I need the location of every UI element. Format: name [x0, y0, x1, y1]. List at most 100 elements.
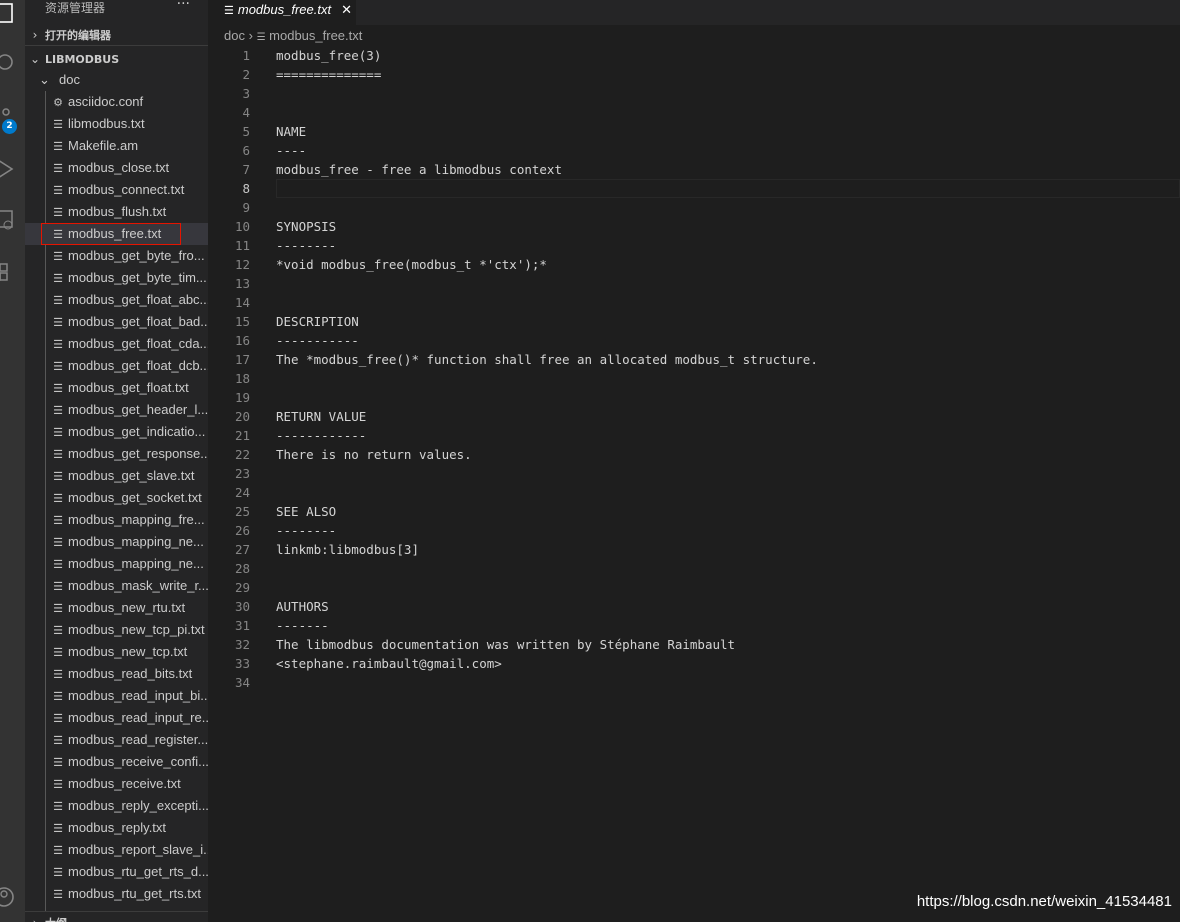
file-item[interactable]: ☰ modbus_free.txt: [25, 223, 208, 245]
file-item[interactable]: ☰ modbus_get_indicatio...: [25, 421, 208, 443]
file-name: modbus_new_tcp.txt: [68, 644, 188, 659]
code-line: DESCRIPTION: [276, 314, 359, 329]
file-lines-icon: ☰: [53, 471, 63, 483]
line-number: 20: [234, 409, 250, 424]
file-item[interactable]: ☰ modbus_get_socket.txt: [25, 487, 208, 509]
file-item[interactable]: ☰ modbus_read_bits.txt: [25, 663, 208, 685]
source-control-icon[interactable]: 2: [0, 100, 25, 134]
file-name: modbus_get_slave.txt: [68, 468, 195, 483]
file-item[interactable]: ☰ modbus_read_register...: [25, 729, 208, 751]
file-name: modbus_get_header_l...: [68, 402, 208, 417]
file-lines-icon: ☰: [53, 515, 63, 527]
file-item[interactable]: ☰ modbus_get_slave.txt: [25, 465, 208, 487]
file-lines-icon: ☰: [53, 427, 63, 439]
file-item[interactable]: ☰ Makefile.am: [25, 135, 208, 157]
file-name: modbus_read_input_re...: [68, 710, 208, 725]
file-item[interactable]: ☰ modbus_get_float_bad...: [25, 311, 208, 333]
open-editors-section[interactable]: › 打开的编辑器: [25, 24, 208, 46]
line-number: 12: [234, 257, 250, 272]
run-debug-icon[interactable]: [0, 154, 25, 184]
file-item[interactable]: ☰ modbus_receive.txt: [25, 773, 208, 795]
line-number: 14: [234, 295, 250, 310]
extensions-icon[interactable]: [0, 258, 25, 288]
file-lines-icon: ☰: [53, 779, 63, 791]
line-number: 31: [234, 618, 250, 633]
remote-icon[interactable]: [0, 205, 25, 235]
file-item[interactable]: ☰ modbus_get_response...: [25, 443, 208, 465]
line-number: 11: [234, 238, 250, 253]
close-icon[interactable]: ✕: [341, 0, 352, 20]
file-item[interactable]: ☰ modbus_get_byte_fro...: [25, 245, 208, 267]
code-line: <stephane.raimbault@gmail.com>: [276, 656, 502, 671]
file-item[interactable]: ☰ modbus_connect.txt: [25, 179, 208, 201]
file-lines-icon: ☰: [53, 317, 63, 329]
line-number: 30: [234, 599, 250, 614]
code-line: There is no return values.: [276, 447, 472, 462]
file-item[interactable]: ☰ modbus_new_tcp_pi.txt: [25, 619, 208, 641]
file-item[interactable]: ☰ modbus_rtu_get_rts_d...: [25, 861, 208, 883]
file-lines-icon: ☰: [53, 339, 63, 351]
file-name: modbus_new_rtu.txt: [68, 600, 186, 615]
file-item[interactable]: ⚙ asciidoc.conf: [25, 91, 208, 113]
breadcrumb-folder[interactable]: doc: [224, 28, 245, 43]
file-lines-icon: ☰: [53, 537, 63, 549]
line-number: 27: [234, 542, 250, 557]
file-lines-icon: ☰: [53, 581, 63, 593]
watermark: https://blog.csdn.net/weixin_41534481: [916, 893, 1172, 910]
file-lines-icon: ☰: [53, 405, 63, 417]
folder-doc[interactable]: ⌄ doc: [25, 69, 208, 91]
line-number: 32: [234, 637, 250, 652]
file-item[interactable]: ☰ modbus_read_input_re...: [25, 707, 208, 729]
file-item[interactable]: ☰ modbus_rtu_get_rts.txt: [25, 883, 208, 905]
file-item[interactable]: ☰ modbus_get_byte_tim...: [25, 267, 208, 289]
code-line: AUTHORS: [276, 599, 329, 614]
file-item[interactable]: ☰ modbus_new_rtu.txt: [25, 597, 208, 619]
file-item[interactable]: ☰ modbus_mapping_ne...: [25, 531, 208, 553]
file-item[interactable]: ☰ modbus_new_tcp.txt: [25, 641, 208, 663]
project-section[interactable]: ⌄ LIBMODBUS: [25, 48, 208, 70]
file-name: modbus_receive_confi...: [68, 754, 208, 769]
file-name: modbus_connect.txt: [68, 182, 185, 197]
file-lines-icon: ☰: [53, 383, 63, 395]
line-number: 24: [234, 485, 250, 500]
file-item[interactable]: ☰ modbus_receive_confi...: [25, 751, 208, 773]
file-item[interactable]: ☰ modbus_reply_excepti...: [25, 795, 208, 817]
code-line: RETURN VALUE: [276, 409, 367, 424]
more-actions-button[interactable]: ···: [177, 0, 190, 12]
line-number: 26: [234, 523, 250, 538]
breadcrumb-file[interactable]: modbus_free.txt: [269, 28, 362, 43]
file-item[interactable]: ☰ modbus_flush.txt: [25, 201, 208, 223]
file-lines-icon: ☰: [53, 735, 63, 747]
code-line: ==============: [276, 67, 382, 82]
file-item[interactable]: ☰ modbus_get_float_cda...: [25, 333, 208, 355]
files-icon[interactable]: [0, 0, 25, 30]
file-item[interactable]: ☰ modbus_reply.txt: [25, 817, 208, 839]
file-lines-icon: ☰: [53, 141, 63, 153]
file-item[interactable]: ☰ modbus_get_float_dcb...: [25, 355, 208, 377]
tab-modbus-free[interactable]: ☰ modbus_free.txt ✕: [208, 0, 356, 25]
file-item[interactable]: ☰ modbus_close.txt: [25, 157, 208, 179]
file-name: modbus_get_float_bad...: [68, 314, 208, 329]
line-number: 18: [234, 371, 250, 386]
tab-bar: ☰ modbus_free.txt ✕: [208, 0, 1180, 25]
file-name: modbus_rtu_get_rts_d...: [68, 864, 208, 879]
file-item[interactable]: ☰ modbus_read_input_bi...: [25, 685, 208, 707]
selection-highlight: [41, 223, 181, 245]
account-icon[interactable]: [0, 882, 25, 912]
outline-section[interactable]: ›大纲: [25, 911, 208, 922]
search-icon[interactable]: [0, 48, 25, 78]
file-item[interactable]: ☰ libmodbus.txt: [25, 113, 208, 135]
file-item[interactable]: ☰ modbus_get_float.txt: [25, 377, 208, 399]
line-number: 4: [242, 105, 250, 120]
file-item[interactable]: ☰ modbus_mapping_fre...: [25, 509, 208, 531]
file-name: modbus_get_byte_fro...: [68, 248, 205, 263]
breadcrumb: doc › ☰ modbus_free.txt: [224, 28, 362, 46]
file-item[interactable]: ☰ modbus_mask_write_r...: [25, 575, 208, 597]
file-item[interactable]: ☰ modbus_get_float_abc...: [25, 289, 208, 311]
file-item[interactable]: ☰ modbus_get_header_l...: [25, 399, 208, 421]
chevron-right-icon: ›: [25, 912, 45, 922]
file-item[interactable]: ☰ modbus_report_slave_i...: [25, 839, 208, 861]
line-number: 28: [234, 561, 250, 576]
file-item[interactable]: ☰ modbus_mapping_ne...: [25, 553, 208, 575]
file-name: modbus_read_register...: [68, 732, 208, 747]
